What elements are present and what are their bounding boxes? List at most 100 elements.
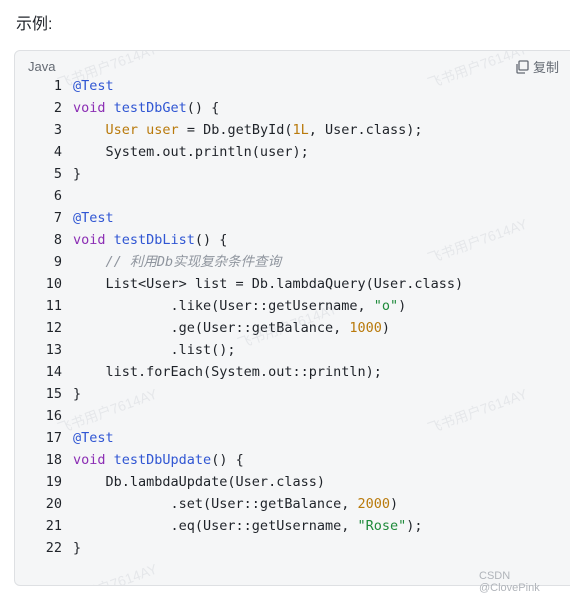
code-token: );: [406, 518, 423, 534]
code-line: 20 .set(User::getBalance, 2000): [15, 493, 570, 515]
code-line: 9 // 利用Db实现复杂条件查询: [15, 251, 570, 273]
line-number: 14: [45, 364, 62, 380]
code-token: .ge(User::getBalance,: [73, 320, 350, 336]
code-text: @Test: [73, 207, 114, 229]
line-number: 3: [53, 122, 62, 138]
code-token: .list();: [73, 342, 236, 358]
code-text: User user = Db.getById(1L, User.class);: [73, 119, 423, 141]
code-text: System.out.println(user);: [73, 141, 309, 163]
code-token: }: [73, 166, 82, 182]
code-token: 1000: [349, 320, 382, 336]
code-line: 22}: [15, 537, 570, 559]
line-number: 17: [45, 430, 62, 446]
code-token: @Test: [73, 210, 114, 226]
code-line: 21 .eq(User::getUsername, "Rose");: [15, 515, 570, 537]
code-text: }: [73, 537, 81, 559]
code-line: 5}: [15, 163, 570, 185]
code-language-label: Java: [28, 59, 56, 74]
code-line: 14 list.forEach(System.out::println);: [15, 361, 570, 383]
code-token: }: [73, 540, 82, 556]
code-text: // 利用Db实现复杂条件查询: [73, 251, 282, 273]
code-token: System.out.println(user);: [73, 144, 309, 160]
code-block: Java 复制 1 @Test 2 void testDbGet() {3 User …: [14, 50, 570, 586]
code-line: 8 void testDbList() {: [15, 229, 570, 251]
code-token: () {: [194, 232, 228, 248]
code-token: testDbGet: [113, 100, 187, 116]
code-line: 11 .like(User::getUsername, "o"): [15, 295, 570, 317]
code-text: @Test: [73, 75, 114, 97]
code-text: void testDbList() {: [73, 229, 227, 251]
code-text: .list();: [73, 339, 236, 361]
code-token: 1L: [292, 122, 309, 138]
code-token: .set(User::getBalance,: [73, 496, 358, 512]
code-token: User: [105, 122, 139, 138]
line-number: 16: [45, 408, 62, 424]
line-number: 21: [45, 518, 62, 534]
code-text: List<User> list = Db.lambdaQuery(User.cl…: [73, 273, 464, 295]
line-number: 9: [53, 254, 62, 270]
line-number: 4: [53, 144, 62, 160]
code-line: 17 @Test: [15, 427, 570, 449]
code-line: 16: [15, 405, 570, 427]
code-line: 1 @Test: [15, 75, 570, 97]
code-text: }: [73, 383, 81, 405]
code-text: .set(User::getBalance, 2000): [73, 493, 399, 515]
line-number: 15: [45, 386, 62, 402]
line-number: 7: [53, 210, 62, 226]
code-text: void testDbUpdate() {: [73, 449, 244, 471]
code-token: ): [381, 320, 390, 336]
code-line: 15}: [15, 383, 570, 405]
line-number: 19: [45, 474, 62, 490]
code-text: .like(User::getUsername, "o"): [73, 295, 407, 317]
code-lines: 1 @Test 2 void testDbGet() {3 User user = D…: [15, 75, 570, 559]
code-text: .eq(User::getUsername, "Rose");: [73, 515, 423, 537]
code-token: ): [398, 298, 407, 314]
line-number: 2: [53, 100, 62, 116]
code-token: @Test: [73, 430, 114, 446]
code-line: 6: [15, 185, 570, 207]
copy-label: 复制: [533, 60, 560, 75]
code-token: Db.lambdaUpdate(User.class): [73, 474, 325, 490]
watermark: 飞书用户7614AY: [55, 559, 160, 585]
code-text: Db.lambdaUpdate(User.class): [73, 471, 325, 493]
line-number: 1: [53, 78, 62, 94]
code-token: .eq(User::getUsername,: [73, 518, 358, 534]
code-line: 12 .ge(User::getBalance, 1000): [15, 317, 570, 339]
source-credit: CSDN @ClovePink: [479, 570, 540, 594]
code-token: List<User> list = Db.lambdaQuery(User.cl…: [73, 276, 464, 292]
code-token: testDbUpdate: [113, 452, 212, 468]
code-token: // 利用Db实现复杂条件查询: [105, 254, 282, 270]
code-token: void: [73, 232, 114, 248]
code-line: 3 User user = Db.getById(1L, User.class)…: [15, 119, 570, 141]
copy-icon: [516, 59, 529, 74]
copy-button[interactable]: 复制: [515, 57, 559, 76]
code-text: list.forEach(System.out::println);: [73, 361, 382, 383]
code-token: list.forEach(System.out::println);: [73, 364, 382, 380]
code-token: () {: [211, 452, 244, 468]
code-token: .like(User::getUsername,: [73, 298, 374, 314]
code-line: 18 void testDbUpdate() {: [15, 449, 570, 471]
code-token: , User.class);: [308, 122, 423, 138]
code-text: }: [73, 163, 81, 185]
code-line: 10 List<User> list = Db.lambdaQuery(User…: [15, 273, 570, 295]
code-token: void: [73, 452, 114, 468]
code-token: "Rose": [357, 518, 407, 534]
code-token: user: [146, 122, 179, 138]
code-token: () {: [186, 100, 220, 116]
code-line: 19 Db.lambdaUpdate(User.class): [15, 471, 570, 493]
code-token: }: [73, 386, 82, 402]
line-number: 22: [45, 540, 62, 556]
section-heading: 示例:: [16, 16, 53, 33]
code-token: ): [390, 496, 399, 512]
code-token: 2000: [357, 496, 390, 512]
code-token: @Test: [73, 78, 114, 94]
code-line: 7 @Test: [15, 207, 570, 229]
line-number: 11: [45, 298, 62, 314]
line-number: 20: [45, 496, 62, 512]
line-number: 10: [45, 276, 62, 292]
line-number: 6: [53, 188, 62, 204]
code-text: @Test: [73, 427, 114, 449]
